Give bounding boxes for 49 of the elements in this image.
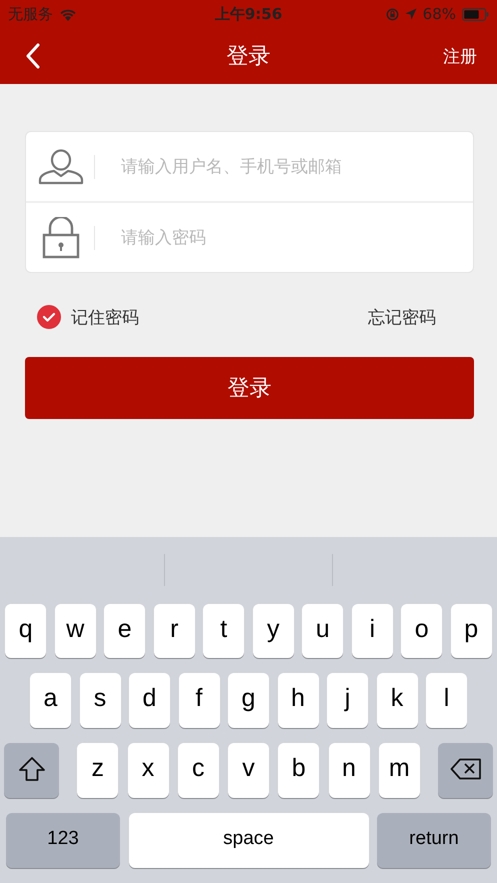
letter-key[interactable]: s — [80, 673, 120, 728]
letter-key[interactable]: d — [129, 673, 170, 728]
letter-key[interactable]: a — [30, 673, 71, 728]
letter-key[interactable]: t — [203, 604, 244, 658]
battery-icon — [462, 8, 489, 20]
letter-key[interactable]: r — [154, 604, 195, 658]
letter-key[interactable]: i — [352, 604, 393, 658]
numbers-key[interactable]: 123 — [6, 813, 120, 868]
letter-key[interactable]: z — [77, 743, 118, 798]
delete-key[interactable] — [438, 743, 493, 798]
letter-key[interactable]: x — [128, 743, 168, 798]
letter-key[interactable]: o — [401, 604, 442, 658]
letter-key[interactable]: u — [302, 604, 344, 658]
return-key[interactable]: return — [377, 813, 491, 868]
battery-text: 68% — [422, 5, 456, 23]
letter-key[interactable]: m — [378, 743, 420, 798]
carrier-text: 无服务 — [8, 4, 53, 24]
letter-key[interactable]: k — [376, 673, 418, 728]
rotation-lock-icon — [386, 8, 399, 20]
forgot-password-link[interactable]: 忘记密码 — [368, 306, 436, 328]
letter-key[interactable]: e — [104, 604, 146, 658]
letter-key[interactable]: v — [228, 743, 269, 798]
back-button[interactable] — [26, 43, 40, 69]
user-icon — [38, 148, 84, 184]
space-key[interactable]: space — [128, 813, 368, 868]
clock-text: 上午9:56 — [214, 4, 282, 24]
letter-key[interactable]: c — [178, 743, 219, 798]
letter-key[interactable]: p — [450, 604, 492, 658]
letter-key[interactable]: b — [278, 743, 320, 798]
letter-key[interactable]: g — [228, 673, 269, 728]
letter-key[interactable]: n — [328, 743, 370, 798]
login-button[interactable]: 登录 — [25, 357, 474, 419]
letter-key[interactable]: j — [327, 673, 368, 728]
letter-key[interactable]: f — [178, 673, 220, 728]
remember-checkbox[interactable]: 记住密码 — [37, 305, 139, 329]
wifi-icon — [59, 8, 77, 20]
shift-icon — [18, 756, 46, 782]
register-button[interactable]: 注册 — [443, 44, 477, 68]
letter-key[interactable]: y — [252, 604, 294, 658]
page-title: 登录 — [226, 43, 270, 71]
letter-key[interactable]: l — [426, 673, 467, 728]
letter-key[interactable]: w — [54, 604, 96, 658]
location-icon — [404, 8, 417, 20]
input-field[interactable]: 请输入密码 — [119, 226, 473, 248]
letter-key[interactable]: h — [278, 673, 318, 728]
backspace-icon — [450, 758, 482, 780]
shift-key[interactable] — [4, 743, 59, 798]
input-field[interactable]: 请输入用户名、手机号或邮箱 — [119, 156, 473, 178]
letter-key[interactable]: q — [5, 604, 46, 658]
